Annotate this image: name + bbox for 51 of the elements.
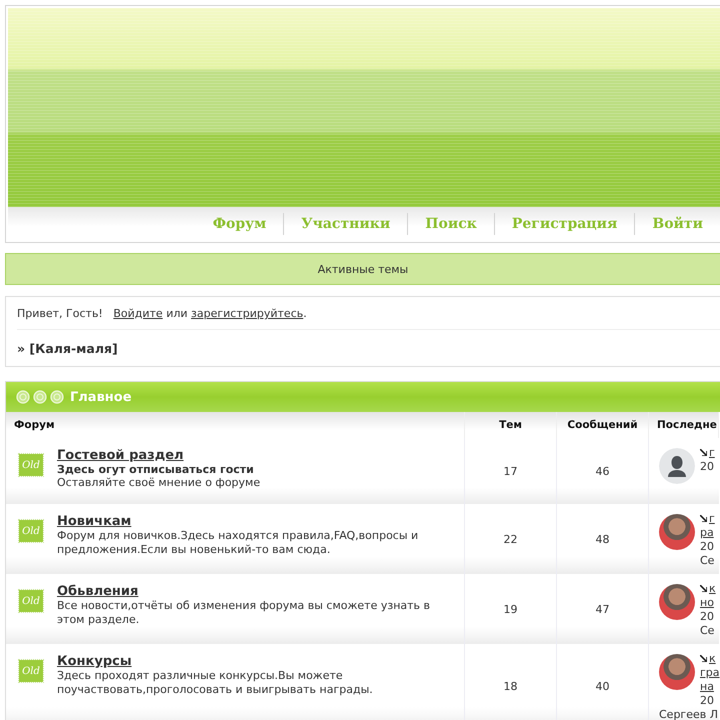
login-link[interactable]: Войдите	[113, 307, 163, 320]
topic-count: 18	[504, 680, 518, 692]
forum-description: Форум для новичков.Здесь находятся правила,FAQ,вопросы и предложения.Если вы новенький-то вам сюда.	[57, 529, 420, 557]
breadcrumb: » [Каля-маля]	[17, 340, 119, 356]
post-count: 47	[596, 602, 610, 616]
forum-stamp-icon: Old	[19, 520, 43, 542]
circles-icon	[16, 390, 66, 404]
forum-description: Все новости,отчёты об изменения форума вы сможете узнать в этом разделе.	[57, 599, 431, 627]
last-post-link[interactable]: ра	[700, 526, 714, 539]
last-post-text: 20	[700, 694, 714, 707]
post-count: 40	[596, 680, 610, 692]
last-post-text: 20	[700, 610, 714, 623]
forum-subtitle: Здесь огут отписываться гости	[57, 463, 255, 476]
last-post-link[interactable]: г	[709, 446, 715, 459]
arrow-icon	[700, 515, 707, 522]
category-title: Главное	[70, 390, 132, 404]
last-post-link[interactable]: к	[709, 582, 716, 595]
post-count: 48	[596, 532, 610, 546]
forum-title-link[interactable]: Новичкам	[57, 514, 132, 529]
last-post-text: Се	[700, 554, 714, 567]
topic-count: 19	[504, 602, 518, 616]
last-post-text: Се	[700, 624, 714, 637]
last-post-link[interactable]: гра	[700, 666, 720, 679]
arrow-icon	[700, 449, 707, 456]
topic-count: 22	[504, 532, 518, 546]
last-post-link[interactable]: г	[709, 512, 715, 525]
last-post-text: 20	[700, 540, 714, 553]
active-topics-link[interactable]: Активные темы	[318, 262, 408, 276]
forum-stamp-icon: Old	[19, 590, 43, 612]
arrow-icon	[700, 585, 707, 592]
last-post-link[interactable]: к	[709, 652, 716, 665]
last-post-link[interactable]: но	[700, 596, 714, 609]
welcome-message: Привет, Гость! Войдите или зарегистрируйтесь.	[17, 297, 720, 330]
forum-stamp-icon: Old	[19, 454, 43, 476]
forum-stamp-icon: Old	[19, 660, 43, 682]
forum-description: Здесь проходят различные конкурсы.Вы можете поучаствовать,проголосовать и выигрывать награды.	[57, 669, 374, 697]
forum-title-link[interactable]: Конкурсы	[57, 654, 132, 669]
column-header: Сообщений	[557, 412, 649, 438]
last-post-text: Сергеев Л	[659, 708, 718, 720]
topic-count: 17	[504, 464, 518, 478]
forum-description: Оставляйте своё мнение о форуме	[57, 476, 260, 490]
column-header: Тем	[465, 412, 557, 438]
column-header: Последне	[649, 412, 719, 438]
post-count: 46	[596, 464, 610, 478]
arrow-icon	[700, 655, 707, 662]
register-link[interactable]: зарегистрируйтесь	[191, 307, 304, 320]
column-header: Форум	[6, 412, 465, 438]
last-post-text: 20	[700, 460, 714, 473]
forum-title-link[interactable]: Гостевой раздел	[57, 448, 184, 463]
last-post-link[interactable]: на	[700, 680, 714, 693]
forum-title-link[interactable]: Обьвления	[57, 584, 138, 599]
